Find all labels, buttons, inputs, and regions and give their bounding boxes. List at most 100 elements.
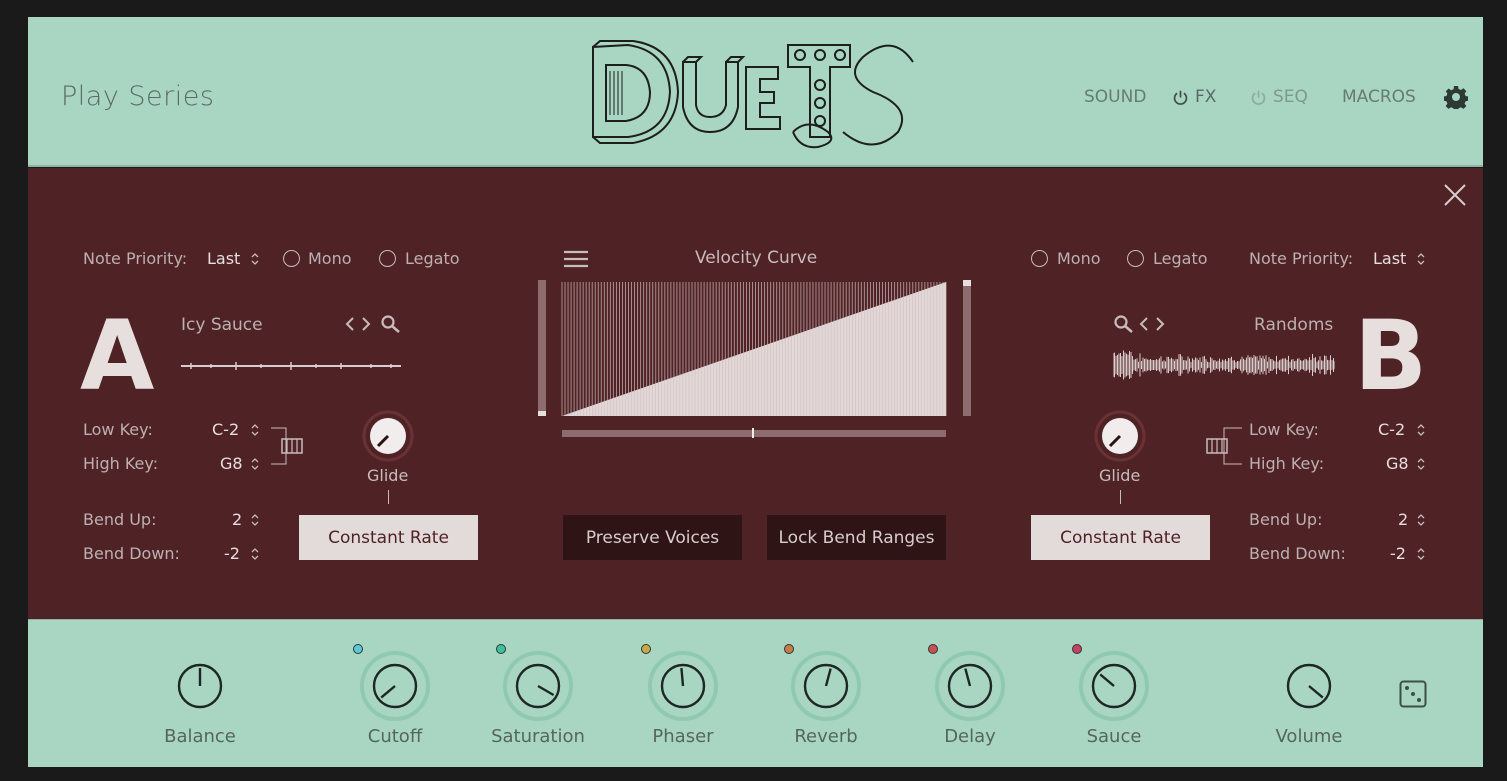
macro-mod-dot[interactable] — [784, 644, 794, 654]
macro-knob-label: Sauce — [1086, 726, 1142, 747]
voice-settings-panel: Note Priority: Last Mono Legato A Icy Sa… — [28, 168, 1483, 619]
preset-name-a[interactable]: Icy Sauce — [181, 315, 263, 335]
spinner-icon[interactable] — [250, 252, 260, 266]
search-icon[interactable] — [1113, 314, 1135, 334]
macro-knob[interactable] — [1078, 650, 1150, 722]
keyboard-icon[interactable] — [1204, 426, 1244, 466]
spinner-icon[interactable] — [1416, 547, 1426, 561]
preserve-voices-button[interactable]: Preserve Voices — [563, 515, 742, 560]
macro-mod-dot[interactable] — [496, 644, 506, 654]
header-bar: Play Series SOUND FX SEQ MACROS — [28, 17, 1483, 167]
lock-bend-ranges-button[interactable]: Lock Bend Ranges — [767, 515, 946, 560]
nav-sound-label: SOUND — [1084, 87, 1147, 107]
nav-fx-label: FX — [1195, 87, 1217, 107]
spinner-icon[interactable] — [250, 513, 260, 527]
velocity-min-handle[interactable] — [538, 411, 546, 416]
low-key-label-a: Low Key: — [83, 420, 153, 439]
spinner-icon[interactable] — [250, 457, 260, 471]
glide-knob-b[interactable] — [1094, 410, 1146, 462]
glide-mode-button-b[interactable]: Constant Rate — [1031, 515, 1210, 560]
spinner-icon[interactable] — [250, 423, 260, 437]
mono-radio-a[interactable] — [283, 250, 300, 267]
layer-letter-b: B — [1354, 300, 1428, 412]
preset-name-b[interactable]: Randoms — [1254, 315, 1333, 335]
close-icon[interactable] — [1442, 182, 1468, 208]
macro-mod-dot[interactable] — [353, 644, 363, 654]
search-icon[interactable] — [380, 314, 402, 334]
glide-label-b: Glide — [1099, 466, 1141, 485]
macro-knob-label: Volume — [1275, 726, 1343, 747]
low-key-value-a[interactable]: C-2 — [212, 420, 239, 439]
note-priority-label-a: Note Priority: — [83, 249, 188, 268]
macro-knob[interactable] — [934, 650, 1006, 722]
macro-knob[interactable] — [164, 650, 236, 722]
bend-up-value-b[interactable]: 2 — [1398, 510, 1408, 529]
macro-knob[interactable] — [790, 650, 862, 722]
spinner-icon[interactable] — [1416, 457, 1426, 471]
velocity-curve-editor[interactable] — [538, 280, 973, 440]
prev-next-icon[interactable] — [1138, 315, 1166, 333]
velocity-curve-handle[interactable] — [752, 428, 754, 438]
glide-label-a: Glide — [367, 466, 409, 485]
waveform-a — [181, 362, 401, 370]
bend-up-value-a[interactable]: 2 — [232, 510, 242, 529]
high-key-value-b[interactable]: G8 — [1386, 454, 1409, 473]
macro-knob[interactable] — [502, 650, 574, 722]
menu-icon[interactable] — [564, 250, 588, 268]
glide-connector — [1120, 490, 1121, 504]
velocity-max-handle[interactable] — [963, 280, 971, 286]
spinner-icon[interactable] — [1416, 423, 1426, 437]
macro-knob[interactable] — [647, 650, 719, 722]
waveform-b — [1113, 350, 1335, 380]
keyboard-icon[interactable] — [268, 426, 304, 466]
prev-next-icon[interactable] — [344, 315, 372, 333]
nav-sound[interactable]: SOUND — [1084, 87, 1146, 107]
dice-icon[interactable] — [1399, 680, 1427, 708]
layer-letter-a: A — [80, 300, 155, 412]
spinner-icon[interactable] — [1416, 252, 1426, 266]
high-key-label-a: High Key: — [83, 454, 159, 473]
power-icon[interactable] — [1172, 89, 1189, 106]
nav-fx[interactable]: FX — [1172, 87, 1216, 107]
bend-up-label-b: Bend Up: — [1249, 510, 1323, 529]
glide-mode-button-a[interactable]: Constant Rate — [299, 515, 478, 560]
velocity-min-slider[interactable] — [538, 280, 546, 416]
note-priority-label-b: Note Priority: — [1249, 249, 1354, 268]
macro-knob-label: Saturation — [491, 726, 585, 747]
note-priority-value-a[interactable]: Last — [207, 249, 240, 268]
low-key-value-b[interactable]: C-2 — [1378, 420, 1405, 439]
duets-instrument: Play Series SOUND FX SEQ MACROS Note Pri… — [28, 17, 1483, 767]
legato-radio-b[interactable] — [1127, 250, 1144, 267]
macro-knob-label: Cutoff — [367, 726, 423, 747]
macro-mod-dot[interactable] — [1072, 644, 1082, 654]
legato-label-a: Legato — [405, 249, 460, 268]
bend-down-value-a[interactable]: -2 — [224, 544, 240, 563]
nav-macros-label: MACROS — [1342, 87, 1416, 107]
macro-footer: Balance Cutoff Saturation Phaser Reverb … — [28, 619, 1483, 767]
gear-icon[interactable] — [1444, 85, 1468, 109]
mono-label-a: Mono — [308, 249, 352, 268]
power-icon[interactable] — [1250, 89, 1267, 106]
mono-radio-b[interactable] — [1031, 250, 1048, 267]
glide-knob-a[interactable] — [362, 410, 414, 462]
brand-label: Play Series — [61, 81, 215, 112]
macro-mod-dot[interactable] — [641, 644, 651, 654]
bend-down-label-a: Bend Down: — [83, 544, 180, 563]
bend-down-value-b[interactable]: -2 — [1390, 544, 1406, 563]
spinner-icon[interactable] — [250, 547, 260, 561]
nav-seq[interactable]: SEQ — [1250, 87, 1308, 107]
nav-macros[interactable]: MACROS — [1342, 87, 1416, 107]
bend-down-label-b: Bend Down: — [1249, 544, 1346, 563]
high-key-label-b: High Key: — [1249, 454, 1325, 473]
legato-radio-a[interactable] — [379, 250, 396, 267]
macro-knob-label: Balance — [164, 726, 236, 747]
velocity-curve-title: Velocity Curve — [695, 248, 818, 268]
spinner-icon[interactable] — [1416, 513, 1426, 527]
macro-knob[interactable] — [359, 650, 431, 722]
macro-knob[interactable] — [1273, 650, 1345, 722]
legato-label-b: Legato — [1153, 249, 1208, 268]
velocity-max-slider[interactable] — [963, 280, 971, 416]
high-key-value-a[interactable]: G8 — [220, 454, 243, 473]
macro-mod-dot[interactable] — [928, 644, 938, 654]
note-priority-value-b[interactable]: Last — [1373, 249, 1406, 268]
